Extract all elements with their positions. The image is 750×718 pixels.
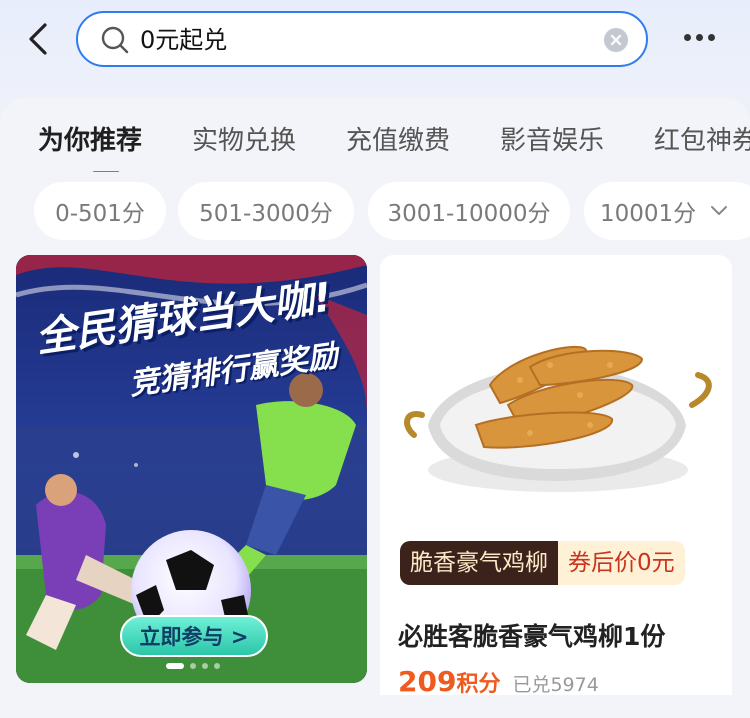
search-icon [101,26,129,54]
points-unit: 积分 [456,672,501,695]
filter-chip-label: 3001-10000分 [387,201,551,227]
badge-price: 券后价0元 [558,541,685,585]
tab-recharge[interactable]: 充值缴费 [346,122,450,160]
points-value: 209 [398,665,457,695]
promo-banner-card[interactable]: 全民猜球当大咖! 竞猜排行赢奖励 立即参与 > [16,255,367,683]
product-card[interactable]: 脆香豪气鸡柳 券后价0元 必胜客脆香豪气鸡柳1份 209积分 已兑5974 [380,255,732,695]
filter-chip-label: 0-501分 [55,201,145,227]
tab-physical[interactable]: 实物兑换 [192,122,296,160]
clear-button[interactable] [604,28,628,52]
carousel-dots [166,663,220,669]
active-tab-indicator [92,171,120,172]
back-button[interactable] [18,18,58,60]
top-bar: 0元起兑 [0,0,750,100]
tab-recommend[interactable]: 为你推荐 [38,122,142,160]
more-button[interactable] [678,22,720,52]
more-icon [683,33,691,41]
join-now-button[interactable]: 立即参与 > [120,615,268,657]
search-box[interactable]: 0元起兑 [76,11,648,67]
category-tabs: 为你推荐 实物兑换 充值缴费 影音娱乐 红包神券 [0,122,750,172]
product-image [380,255,732,540]
tab-entertainment[interactable]: 影音娱乐 [500,122,604,160]
badge-product-name: 脆香豪气鸡柳 [400,541,558,585]
filter-chip[interactable]: 3001-10000分 [368,182,570,240]
chevron-down-icon [711,206,728,215]
filter-chip[interactable]: 501-3000分 [178,182,354,240]
filter-chip[interactable]: 10001分 [584,182,750,240]
filter-chip-label: 10001分 [600,201,697,227]
price-badge: 脆香豪气鸡柳 券后价0元 [400,541,685,585]
points-filter-bar: 0-501分 501-3000分 3001-10000分 10001分 [0,182,750,240]
clear-icon [610,34,622,46]
search-input[interactable]: 0元起兑 [140,23,227,57]
sold-count: 已兑5974 [512,674,599,695]
filter-chip[interactable]: 0-501分 [34,182,166,240]
filter-chip-label: 501-3000分 [199,201,333,227]
price-row: 209积分 已兑5974 [398,665,599,695]
product-title: 必胜客脆香豪气鸡柳1份 [398,622,666,651]
back-arrow-icon [29,23,47,55]
tab-coupons[interactable]: 红包神券 [654,122,750,160]
